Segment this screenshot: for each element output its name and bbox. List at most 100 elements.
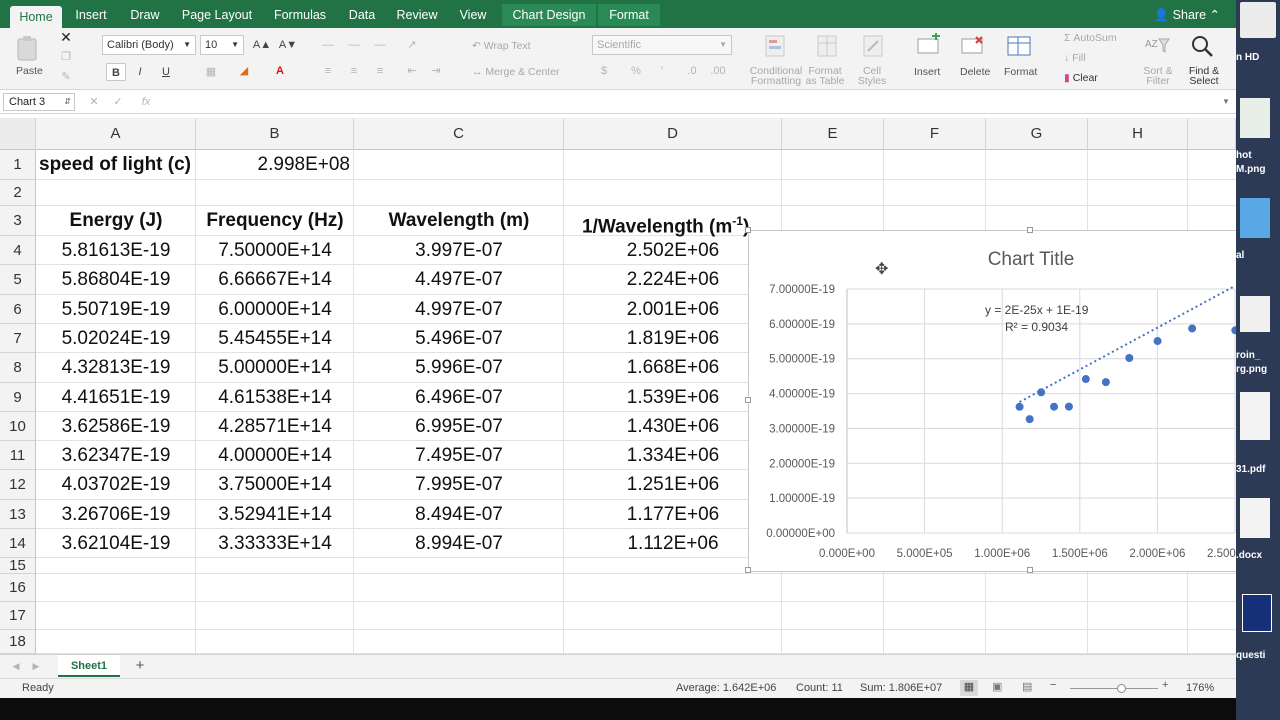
tab-format[interactable]: Format: [598, 4, 660, 26]
copy-icon[interactable]: ❐: [56, 48, 76, 66]
cell-styles-icon[interactable]: [858, 33, 888, 59]
cell-a5[interactable]: 5.86804E-19: [36, 265, 196, 295]
cell-a11[interactable]: 3.62347E-19: [36, 441, 196, 470]
cut-icon[interactable]: ✕: [56, 28, 76, 46]
cell-b5[interactable]: 6.66667E+14: [196, 265, 354, 295]
decrease-decimal-icon[interactable]: .00: [708, 62, 728, 80]
percent-icon[interactable]: %: [626, 62, 646, 80]
wrap-text-button[interactable]: ↶ Wrap Text: [472, 40, 531, 52]
row-header-14[interactable]: 14: [0, 529, 36, 558]
function-icon[interactable]: fx: [136, 93, 156, 111]
borders-icon[interactable]: ▦: [196, 63, 226, 81]
align-middle-icon[interactable]: —: [344, 36, 364, 54]
cell-a1[interactable]: speed of light (c): [36, 150, 196, 180]
col-header-h[interactable]: H: [1088, 118, 1188, 150]
underline-button[interactable]: U: [156, 63, 176, 81]
tab-review[interactable]: Review: [390, 4, 444, 26]
page-break-view-icon[interactable]: ▤: [1022, 680, 1032, 693]
cell-a12[interactable]: 4.03702E-19: [36, 470, 196, 500]
row-header-1[interactable]: 1: [0, 150, 36, 180]
row-header-4[interactable]: 4: [0, 236, 36, 265]
desktop-file-icon[interactable]: [1242, 594, 1272, 632]
tab-page-layout[interactable]: Page Layout: [176, 4, 258, 26]
orientation-icon[interactable]: ↗: [402, 36, 422, 54]
currency-icon[interactable]: $: [594, 62, 614, 80]
cell-a7[interactable]: 5.02024E-19: [36, 324, 196, 353]
cell-c3[interactable]: Wavelength (m): [354, 206, 564, 236]
tab-insert[interactable]: Insert: [66, 4, 116, 26]
increase-indent-icon[interactable]: ⇥: [426, 62, 446, 80]
next-sheet-icon[interactable]: ▶: [26, 657, 46, 675]
cell-c9[interactable]: 6.496E-07: [354, 383, 564, 412]
cell-b1[interactable]: 2.998E+08: [196, 150, 354, 180]
tab-draw[interactable]: Draw: [122, 4, 168, 26]
collapse-ribbon-icon[interactable]: ⌃: [1210, 8, 1220, 22]
sheet-tab-sheet1[interactable]: Sheet1: [58, 655, 120, 677]
cell-c13[interactable]: 8.494E-07: [354, 500, 564, 529]
add-sheet-icon[interactable]: +: [130, 657, 150, 675]
cell-c7[interactable]: 5.496E-07: [354, 324, 564, 353]
cell-a8[interactable]: 4.32813E-19: [36, 353, 196, 383]
align-center-icon[interactable]: ≡: [344, 62, 364, 80]
cell-a6[interactable]: 5.50719E-19: [36, 295, 196, 324]
cell-c6[interactable]: 4.997E-07: [354, 295, 564, 324]
cell-a10[interactable]: 3.62586E-19: [36, 412, 196, 441]
cell-b10[interactable]: 4.28571E+14: [196, 412, 354, 441]
desktop-file-icon[interactable]: [1240, 198, 1270, 238]
cell-b7[interactable]: 5.45455E+14: [196, 324, 354, 353]
tab-formulas[interactable]: Formulas: [266, 4, 334, 26]
fill-color-icon[interactable]: ◢: [234, 62, 254, 80]
font-name-select[interactable]: Calibri (Body) ▼: [102, 35, 196, 55]
delete-cells-icon[interactable]: [958, 33, 988, 59]
cell-c12[interactable]: 7.995E-07: [354, 470, 564, 500]
tab-data[interactable]: Data: [342, 4, 382, 26]
expand-formula-icon[interactable]: ▼: [1216, 93, 1236, 111]
select-all-corner[interactable]: [0, 118, 36, 150]
row-header-12[interactable]: 12: [0, 470, 36, 500]
cell-b13[interactable]: 3.52941E+14: [196, 500, 354, 529]
row-header-17[interactable]: 17: [0, 602, 36, 630]
cell-a13[interactable]: 3.26706E-19: [36, 500, 196, 529]
resize-handle[interactable]: [745, 397, 751, 403]
cell-b9[interactable]: 4.61538E+14: [196, 383, 354, 412]
cell-b12[interactable]: 3.75000E+14: [196, 470, 354, 500]
cell-c11[interactable]: 7.495E-07: [354, 441, 564, 470]
cell-b8[interactable]: 5.00000E+14: [196, 353, 354, 383]
col-header-i[interactable]: [1188, 118, 1236, 150]
font-color-icon[interactable]: A: [270, 62, 290, 80]
share-button[interactable]: 👤 Share ⌃: [1154, 4, 1220, 26]
cell-c14[interactable]: 8.994E-07: [354, 529, 564, 558]
align-left-icon[interactable]: ≡: [318, 62, 338, 80]
merge-center-button[interactable]: ↔ Merge & Center: [472, 66, 560, 78]
col-header-a[interactable]: A: [36, 118, 196, 150]
col-header-g[interactable]: G: [986, 118, 1088, 150]
zoom-slider-thumb[interactable]: [1117, 684, 1126, 693]
cell-b6[interactable]: 6.00000E+14: [196, 295, 354, 324]
resize-handle[interactable]: [1027, 227, 1033, 233]
cell-c4[interactable]: 3.997E-07: [354, 236, 564, 265]
desktop-file-icon[interactable]: [1240, 98, 1270, 138]
row-header-11[interactable]: 11: [0, 441, 36, 470]
clear-button[interactable]: ▮ Clear: [1064, 72, 1098, 84]
row-header-9[interactable]: 9: [0, 383, 36, 412]
col-header-c[interactable]: C: [354, 118, 564, 150]
autosum-button[interactable]: Σ AutoSum: [1064, 32, 1117, 44]
increase-decimal-icon[interactable]: .0: [682, 62, 702, 80]
tab-view[interactable]: View: [452, 4, 494, 26]
font-size-select[interactable]: 10 ▼: [200, 35, 244, 55]
align-right-icon[interactable]: ≡: [370, 62, 390, 80]
formula-input[interactable]: [160, 93, 1220, 111]
cell-b4[interactable]: 7.50000E+14: [196, 236, 354, 265]
resize-handle[interactable]: [745, 567, 751, 573]
italic-button[interactable]: I: [130, 63, 150, 81]
tab-chart-design[interactable]: Chart Design: [502, 4, 596, 26]
resize-handle[interactable]: [1027, 567, 1033, 573]
format-as-table-icon[interactable]: [812, 33, 842, 59]
row-header-2[interactable]: 2: [0, 180, 36, 206]
row-header-10[interactable]: 10: [0, 412, 36, 441]
conditional-formatting-icon[interactable]: [760, 33, 790, 59]
enter-icon[interactable]: ✓: [108, 93, 128, 111]
scatter-chart[interactable]: 0.00000E+00 1.00000E-19 2.00000E-19 3.00000…: [745, 227, 1236, 573]
col-header-d[interactable]: D: [564, 118, 782, 150]
comma-style-icon[interactable]: ’: [652, 62, 672, 80]
